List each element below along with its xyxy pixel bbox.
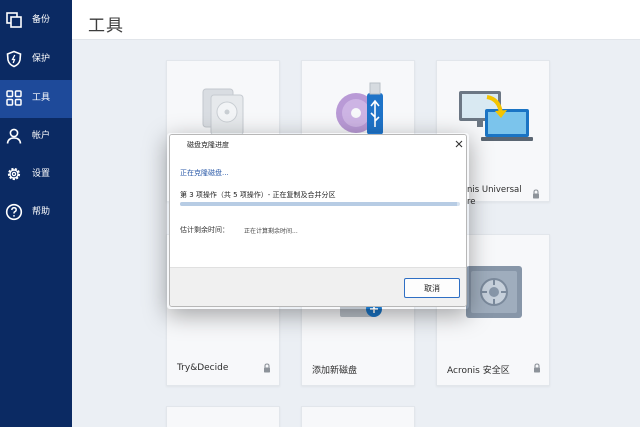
dialog-titlebar[interactable]: 磁盘克隆进度: [170, 135, 466, 154]
sidebar-item-label: 工具: [32, 93, 51, 103]
operation-step-text: 第 3 项操作（共 5 项操作）- 正在复制及合并分区: [180, 191, 336, 199]
dialog-title: 磁盘克隆进度: [187, 141, 229, 149]
backup-icon: [6, 12, 22, 28]
progress-bar: [180, 202, 460, 206]
safe-icon: [466, 266, 522, 318]
help-icon: [5, 203, 23, 221]
sidebar: 备份 保护 工具 帐户 设置 帮助: [0, 0, 72, 427]
bootable-media-icon: [336, 82, 383, 135]
sidebar-item-label: 备份: [32, 15, 51, 25]
dialog-body: 正在克隆磁盘... 第 3 项操作（共 5 项操作）- 正在复制及合并分区 估计…: [170, 154, 466, 267]
eta-label: 估计剩余时间：: [180, 226, 229, 234]
clone-progress-dialog: 磁盘克隆进度 正在克隆磁盘... 第 3 项操作（共 5 项操作）- 正在复制及…: [169, 134, 467, 307]
tool-card[interactable]: [301, 406, 415, 427]
gear-icon: [7, 167, 21, 181]
sidebar-item-tools[interactable]: 工具: [0, 80, 72, 118]
sidebar-item-label: 设置: [32, 169, 51, 179]
sidebar-item-account[interactable]: 帐户: [0, 118, 72, 156]
sidebar-item-label: 帮助: [32, 207, 51, 217]
card-label: Acronis 安全区: [447, 366, 510, 376]
sidebar-item-label: 帐户: [32, 131, 51, 141]
close-icon[interactable]: [453, 138, 465, 150]
page-header: 工具: [72, 0, 640, 40]
sidebar-item-help[interactable]: 帮助: [0, 194, 72, 232]
grid-icon: [6, 90, 22, 106]
disk-drives-icon: [202, 88, 244, 136]
sidebar-item-label: 保护: [32, 54, 51, 64]
card-label: Try&Decide: [177, 363, 229, 373]
page-title: 工具: [88, 16, 124, 36]
card-label: 添加新磁盘: [312, 366, 358, 376]
user-icon: [6, 128, 22, 144]
card-label: nis Universal re: [467, 185, 522, 207]
shield-icon: [6, 50, 22, 68]
sidebar-item-protection[interactable]: 保护: [0, 41, 72, 79]
lock-icon: [534, 363, 540, 373]
sidebar-item-settings[interactable]: 设置: [0, 156, 72, 194]
dialog-footer: 取消: [170, 267, 466, 306]
progress-fill: [180, 202, 458, 206]
sidebar-item-backup[interactable]: 备份: [0, 2, 72, 40]
clone-status-text: 正在克隆磁盘...: [180, 169, 229, 177]
lock-icon: [264, 363, 270, 373]
tool-card[interactable]: [166, 406, 280, 427]
eta-value: 正在计算剩余时间...: [244, 228, 298, 235]
lock-icon: [533, 189, 539, 199]
cancel-button[interactable]: 取消: [404, 278, 460, 298]
